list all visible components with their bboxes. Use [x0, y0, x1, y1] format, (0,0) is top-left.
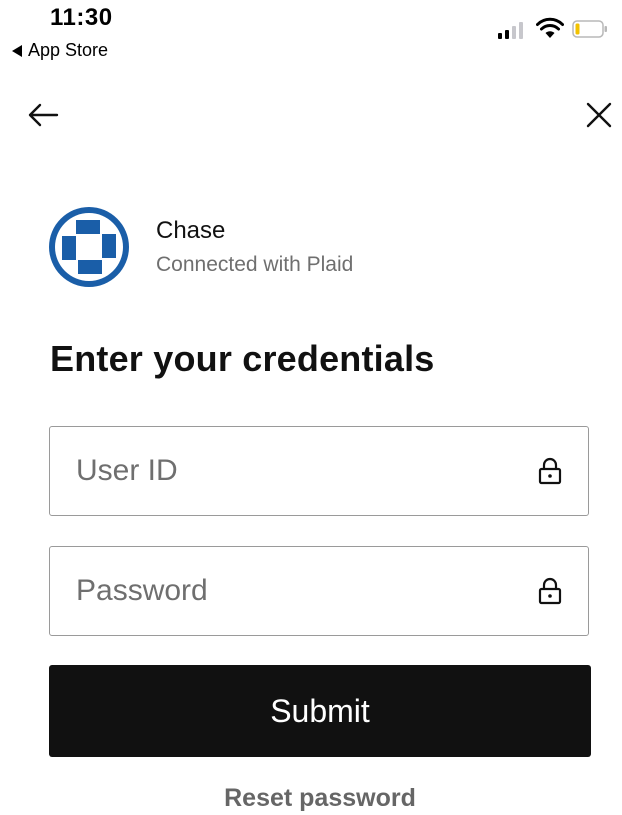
- institution-subtitle: Connected with Plaid: [156, 253, 354, 276]
- status-time: 11:30: [50, 4, 113, 31]
- page-title: Enter your credentials: [50, 338, 435, 379]
- chase-logo-icon: [49, 207, 129, 287]
- user-id-field: [49, 426, 589, 516]
- password-field: [49, 546, 589, 636]
- reset-password-link[interactable]: Reset password: [0, 784, 622, 813]
- submit-button[interactable]: Submit: [49, 665, 591, 757]
- institution-name: Chase: [156, 217, 226, 244]
- lock-icon: [538, 457, 562, 485]
- user-id-input[interactable]: [76, 427, 496, 515]
- close-icon[interactable]: [584, 100, 614, 130]
- battery-icon: [572, 20, 607, 38]
- wifi-icon: [536, 17, 564, 38]
- back-triangle-icon: [12, 44, 22, 57]
- back-to-app-link[interactable]: App Store: [12, 40, 108, 61]
- arrow-left-icon[interactable]: [26, 98, 60, 132]
- password-input[interactable]: [76, 547, 496, 635]
- back-to-app-label: App Store: [28, 40, 109, 60]
- cellular-signal-icon: [498, 22, 523, 39]
- lock-icon: [538, 577, 562, 605]
